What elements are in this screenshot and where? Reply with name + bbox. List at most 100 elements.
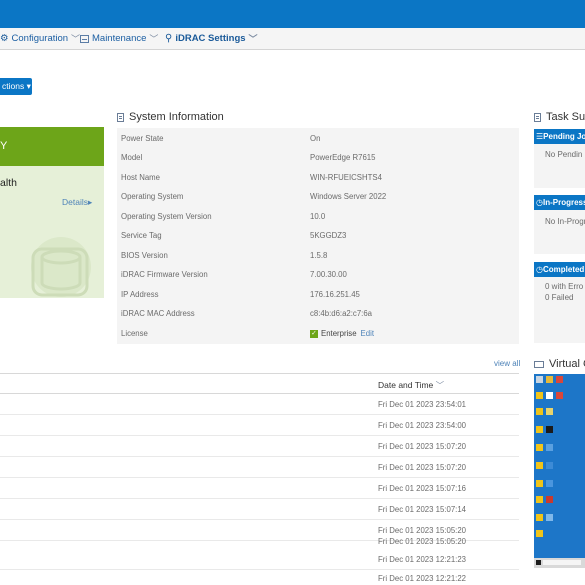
- table-row[interactable]: Fri Dec 01 2023 15:07:20: [0, 457, 519, 478]
- nav-configuration-label: Configuration: [11, 33, 69, 44]
- details-link[interactable]: Details▸: [62, 197, 92, 208]
- chevron-down-icon: ﹀: [71, 34, 81, 44]
- sysinfo-value: c8:4b:d6:a2:c7:6a: [310, 309, 372, 318]
- windows-start-icon: [536, 560, 541, 565]
- license-value: ✓ Enterprise Edit: [310, 329, 374, 338]
- table-row[interactable]: Fri Dec 01 2023 23:54:01: [0, 394, 519, 415]
- top-header-bar: [0, 0, 585, 28]
- nav-idrac-settings-label: iDRAC Settings: [175, 33, 246, 44]
- actions-button[interactable]: ctions ▾: [0, 78, 32, 95]
- health-panel: Y alth Details▸: [0, 127, 104, 298]
- desktop-icon: [536, 408, 543, 415]
- sysinfo-label: Operating System Version: [121, 212, 212, 221]
- caret-down-icon: ▾: [26, 81, 31, 91]
- task-summary-heading: Task Su: [534, 111, 585, 123]
- log-time: Fri Dec 01 2023 23:54:01: [378, 400, 466, 409]
- virtual-console-preview[interactable]: [534, 374, 585, 568]
- main-navigation: ⚙ Configuration ﹀ Maintenance ﹀ ⚲ iDRAC …: [0, 28, 585, 50]
- sysinfo-value: 10.0: [310, 212, 326, 221]
- desktop-icon: [536, 462, 543, 469]
- system-information-heading: System Information: [117, 111, 224, 123]
- caret-right-icon: ▸: [87, 197, 93, 207]
- nav-maintenance[interactable]: Maintenance ﹀: [80, 28, 158, 50]
- desktop-icon: [536, 426, 543, 433]
- desktop-icon: [556, 376, 563, 383]
- desktop-icon: [536, 530, 543, 537]
- health-label: alth: [0, 177, 17, 189]
- completed-failed-text: 0 Failed: [545, 293, 574, 302]
- nav-maintenance-label: Maintenance: [92, 33, 147, 44]
- task-summary-title: Task Su: [546, 111, 585, 123]
- desktop-icon: [546, 426, 553, 433]
- log-table-header: Date and Time ﹀: [0, 373, 519, 394]
- document-icon: [117, 112, 124, 122]
- clock-icon: ◷: [536, 198, 543, 207]
- table-row[interactable]: Fri Dec 01 2023 12:21:22: [0, 568, 519, 585]
- view-all-link[interactable]: view all: [494, 359, 520, 368]
- sysinfo-value: Windows Server 2022: [310, 192, 387, 201]
- nav-idrac-settings[interactable]: ⚲ iDRAC Settings ﹀: [165, 28, 258, 50]
- sysinfo-label: IP Address: [121, 290, 159, 299]
- desktop-icon: [546, 480, 553, 487]
- desktop-icon: [546, 462, 553, 469]
- log-time: Fri Dec 01 2023 15:07:14: [378, 505, 466, 514]
- vc-taskbar: [534, 558, 585, 568]
- desktop-icon: [536, 444, 543, 451]
- virtual-console-heading: Virtual C: [534, 358, 585, 370]
- system-information-title: System Information: [129, 111, 224, 123]
- pending-jobs-text: No Pendin: [545, 150, 583, 159]
- in-progress-text: No In-Progr: [545, 217, 585, 226]
- sysinfo-label: License: [121, 329, 148, 338]
- clock-icon: ◷: [536, 265, 543, 274]
- vc-search-box: [543, 560, 581, 565]
- chevron-down-icon: ﹀: [149, 34, 159, 44]
- table-row[interactable]: Fri Dec 01 2023 15:07:14: [0, 499, 519, 520]
- license-edit-link[interactable]: Edit: [361, 329, 374, 338]
- check-icon: ✓: [310, 329, 318, 338]
- log-time: Fri Dec 01 2023 15:07:20: [378, 463, 466, 472]
- sysinfo-label: iDRAC Firmware Version: [121, 270, 208, 279]
- sysinfo-value: 7.00.30.00: [310, 270, 347, 279]
- nav-configuration[interactable]: ⚙ Configuration ﹀: [0, 28, 80, 50]
- log-time: Fri Dec 01 2023 15:05:20: [378, 537, 466, 546]
- sysinfo-value: On: [310, 134, 321, 143]
- desktop-icon: [546, 376, 553, 383]
- completed-title: Completed: [542, 265, 585, 274]
- sysinfo-row-license: License ✓ Enterprise Edit: [117, 323, 519, 347]
- sysinfo-value: 5KGGDZ3: [310, 231, 347, 240]
- sysinfo-label: BIOS Version: [121, 251, 168, 260]
- sysinfo-value: WIN-RFUEICSHTS4: [310, 173, 382, 182]
- desktop-icon: [536, 376, 543, 383]
- tasks-icon: [534, 112, 541, 122]
- sysinfo-label: Host Name: [121, 173, 160, 182]
- health-status-text: Y: [0, 140, 8, 152]
- virtual-console-title: Virtual C: [549, 358, 585, 370]
- details-link-label: Details: [62, 197, 88, 207]
- sysinfo-value: 176.16.251.45: [310, 290, 360, 299]
- table-row[interactable]: Fri Dec 01 2023 23:54:00: [0, 415, 519, 436]
- completed-header: ◷Completed: [534, 262, 585, 277]
- sysinfo-label: Operating System: [121, 192, 184, 201]
- completed-errors-text: 0 with Erro: [545, 282, 584, 291]
- table-row[interactable]: Fri Dec 01 2023 15:07:16: [0, 478, 519, 499]
- table-row[interactable]: Fri Dec 01 2023 15:07:20: [0, 436, 519, 457]
- date-time-column-header[interactable]: Date and Time ﹀: [378, 379, 444, 391]
- actions-button-label: ctions: [2, 81, 25, 91]
- desktop-icon: [546, 444, 553, 451]
- license-type: Enterprise: [321, 329, 357, 338]
- table-row[interactable]: Fri Dec 01 2023 12:21:23: [0, 549, 519, 570]
- sysinfo-label: iDRAC MAC Address: [121, 309, 195, 318]
- log-time: Fri Dec 01 2023 12:21:22: [378, 574, 466, 583]
- desktop-icon: [536, 392, 543, 399]
- desktop-icon: [536, 496, 543, 503]
- pending-jobs-title: Pending Jo: [543, 132, 585, 141]
- health-status-banner: Y: [0, 127, 104, 166]
- server-storage-icon: [31, 237, 91, 297]
- desktop-icon: [546, 514, 553, 521]
- desktop-icon: [546, 496, 553, 503]
- desktop-icon: [536, 480, 543, 487]
- pending-jobs-panel: ☰Pending Jo No Pendin: [534, 129, 585, 188]
- desktop-icon: [546, 408, 553, 415]
- completed-panel: ◷Completed 0 with Erro 0 Failed: [534, 262, 585, 343]
- log-time: Fri Dec 01 2023 15:07:20: [378, 442, 466, 451]
